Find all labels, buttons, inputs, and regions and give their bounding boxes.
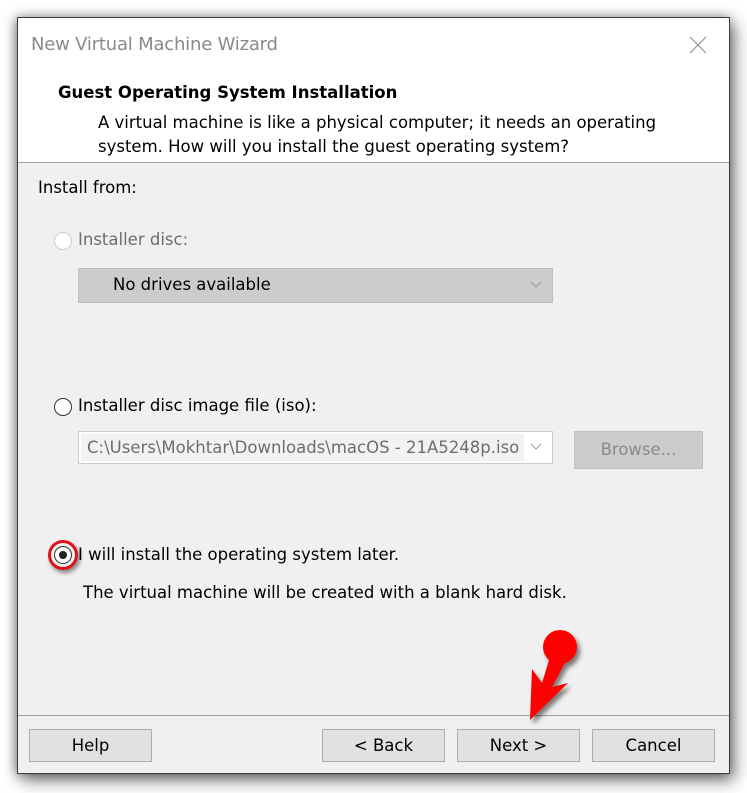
iso-path-value: C:\Users\Mokhtar\Downloads\macOS - 21A52…	[81, 434, 524, 461]
iso-file-radio[interactable]	[54, 398, 72, 416]
installer-disc-label: Installer disc:	[78, 230, 189, 249]
iso-path-combobox[interactable]: C:\Users\Mokhtar\Downloads\macOS - 21A52…	[78, 431, 553, 464]
page-description: A virtual machine is like a physical com…	[98, 113, 657, 156]
back-button[interactable]: < Back	[322, 729, 445, 762]
install-from-label: Install from:	[38, 178, 137, 197]
window-title: New Virtual Machine Wizard	[31, 34, 278, 55]
install-later-radio[interactable]	[54, 546, 72, 564]
wizard-window: New Virtual Machine Wizard Guest Operati…	[17, 17, 730, 774]
browse-button[interactable]: Browse...	[574, 431, 703, 469]
title-bar: New Virtual Machine Wizard	[18, 18, 729, 74]
chevron-down-icon[interactable]	[530, 443, 542, 451]
footer-divider	[18, 715, 729, 716]
next-button[interactable]: Next >	[457, 729, 580, 762]
page-title: Guest Operating System Installation	[58, 83, 398, 102]
wizard-header: Guest Operating System Installation A vi…	[18, 74, 729, 163]
install-later-description: The virtual machine will be created with…	[83, 583, 567, 602]
installer-disc-dropdown[interactable]: No drives available	[78, 268, 553, 303]
close-icon[interactable]	[687, 34, 709, 56]
installer-disc-dropdown-value: No drives available	[113, 275, 271, 294]
help-button[interactable]: Help	[29, 729, 152, 762]
chevron-down-icon	[530, 281, 542, 288]
iso-file-label: Installer disc image file (iso):	[78, 396, 317, 415]
installer-disc-radio[interactable]	[54, 232, 72, 250]
install-later-label: I will install the operating system late…	[78, 545, 400, 564]
cancel-button[interactable]: Cancel	[592, 729, 715, 762]
